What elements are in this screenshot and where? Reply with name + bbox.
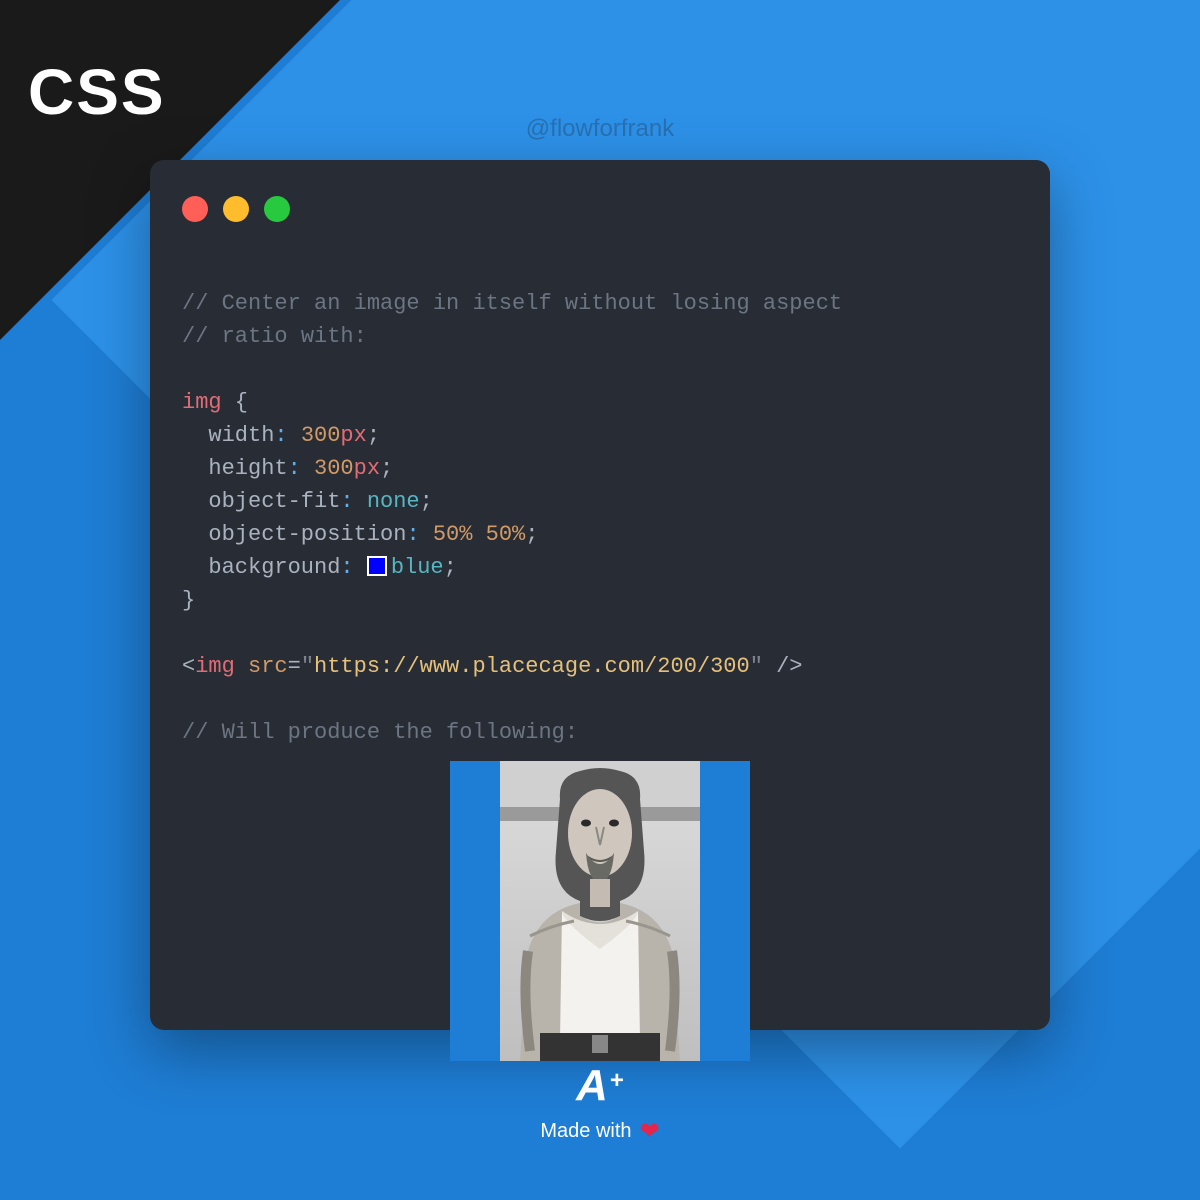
code-number: 300	[314, 456, 354, 481]
logo-plus: +	[610, 1067, 624, 1095]
code-brace: {	[222, 390, 248, 415]
code-tag: img	[195, 654, 235, 679]
code-block: // Center an image in itself without los…	[182, 254, 1018, 749]
code-colon: :	[288, 456, 314, 481]
heart-icon: ❤	[640, 1117, 660, 1146]
window-controls	[182, 196, 1018, 222]
code-property: width	[208, 423, 274, 448]
made-with-row: Made with ❤	[540, 1117, 659, 1146]
code-value: 50%	[433, 522, 473, 547]
code-unit: px	[354, 456, 380, 481]
code-semi: ;	[380, 456, 393, 481]
code-semi: ;	[525, 522, 538, 547]
logo-letter: A	[576, 1061, 606, 1111]
code-property: background	[208, 555, 340, 580]
minimize-icon[interactable]	[223, 196, 249, 222]
code-comment: // Center an image in itself without los…	[182, 291, 842, 316]
code-semi: ;	[367, 423, 380, 448]
code-unit: px	[340, 423, 366, 448]
code-semi: ;	[420, 489, 433, 514]
code-comment: // Will produce the following:	[182, 720, 578, 745]
code-property: object-fit	[208, 489, 340, 514]
code-selector: img	[182, 390, 222, 415]
code-string: https://www.placecage.com/200/300	[314, 654, 750, 679]
code-property: object-position	[208, 522, 406, 547]
css-badge: CSS	[28, 55, 166, 129]
code-quote: "	[301, 654, 314, 679]
code-property: height	[208, 456, 287, 481]
code-value: 50%	[486, 522, 526, 547]
person-illustration	[500, 761, 700, 1061]
code-terminal: // Center an image in itself without los…	[150, 160, 1050, 1030]
color-swatch-icon	[367, 556, 387, 576]
code-comment: // ratio with:	[182, 324, 367, 349]
author-handle: @flowforfrank	[526, 115, 674, 143]
code-eq: =	[288, 654, 301, 679]
code-colon: :	[340, 555, 366, 580]
code-keyword: none	[367, 489, 420, 514]
code-quote: "	[750, 654, 763, 679]
code-attr: src	[248, 654, 288, 679]
close-icon[interactable]	[182, 196, 208, 222]
maximize-icon[interactable]	[264, 196, 290, 222]
code-number: 300	[301, 423, 341, 448]
code-colon: :	[406, 522, 432, 547]
code-semi: ;	[444, 555, 457, 580]
demo-photo	[500, 761, 700, 1061]
logo: A +	[540, 1061, 659, 1111]
made-with-label: Made with	[540, 1120, 631, 1143]
demo-image-frame	[450, 761, 750, 1061]
footer: A + Made with ❤	[540, 1061, 659, 1146]
code-angle: <	[182, 654, 195, 679]
demo-output	[182, 761, 1018, 1061]
code-brace: }	[182, 588, 195, 613]
code-tag-close: />	[763, 654, 803, 679]
code-keyword: blue	[391, 555, 444, 580]
code-colon: :	[274, 423, 300, 448]
code-colon: :	[340, 489, 366, 514]
